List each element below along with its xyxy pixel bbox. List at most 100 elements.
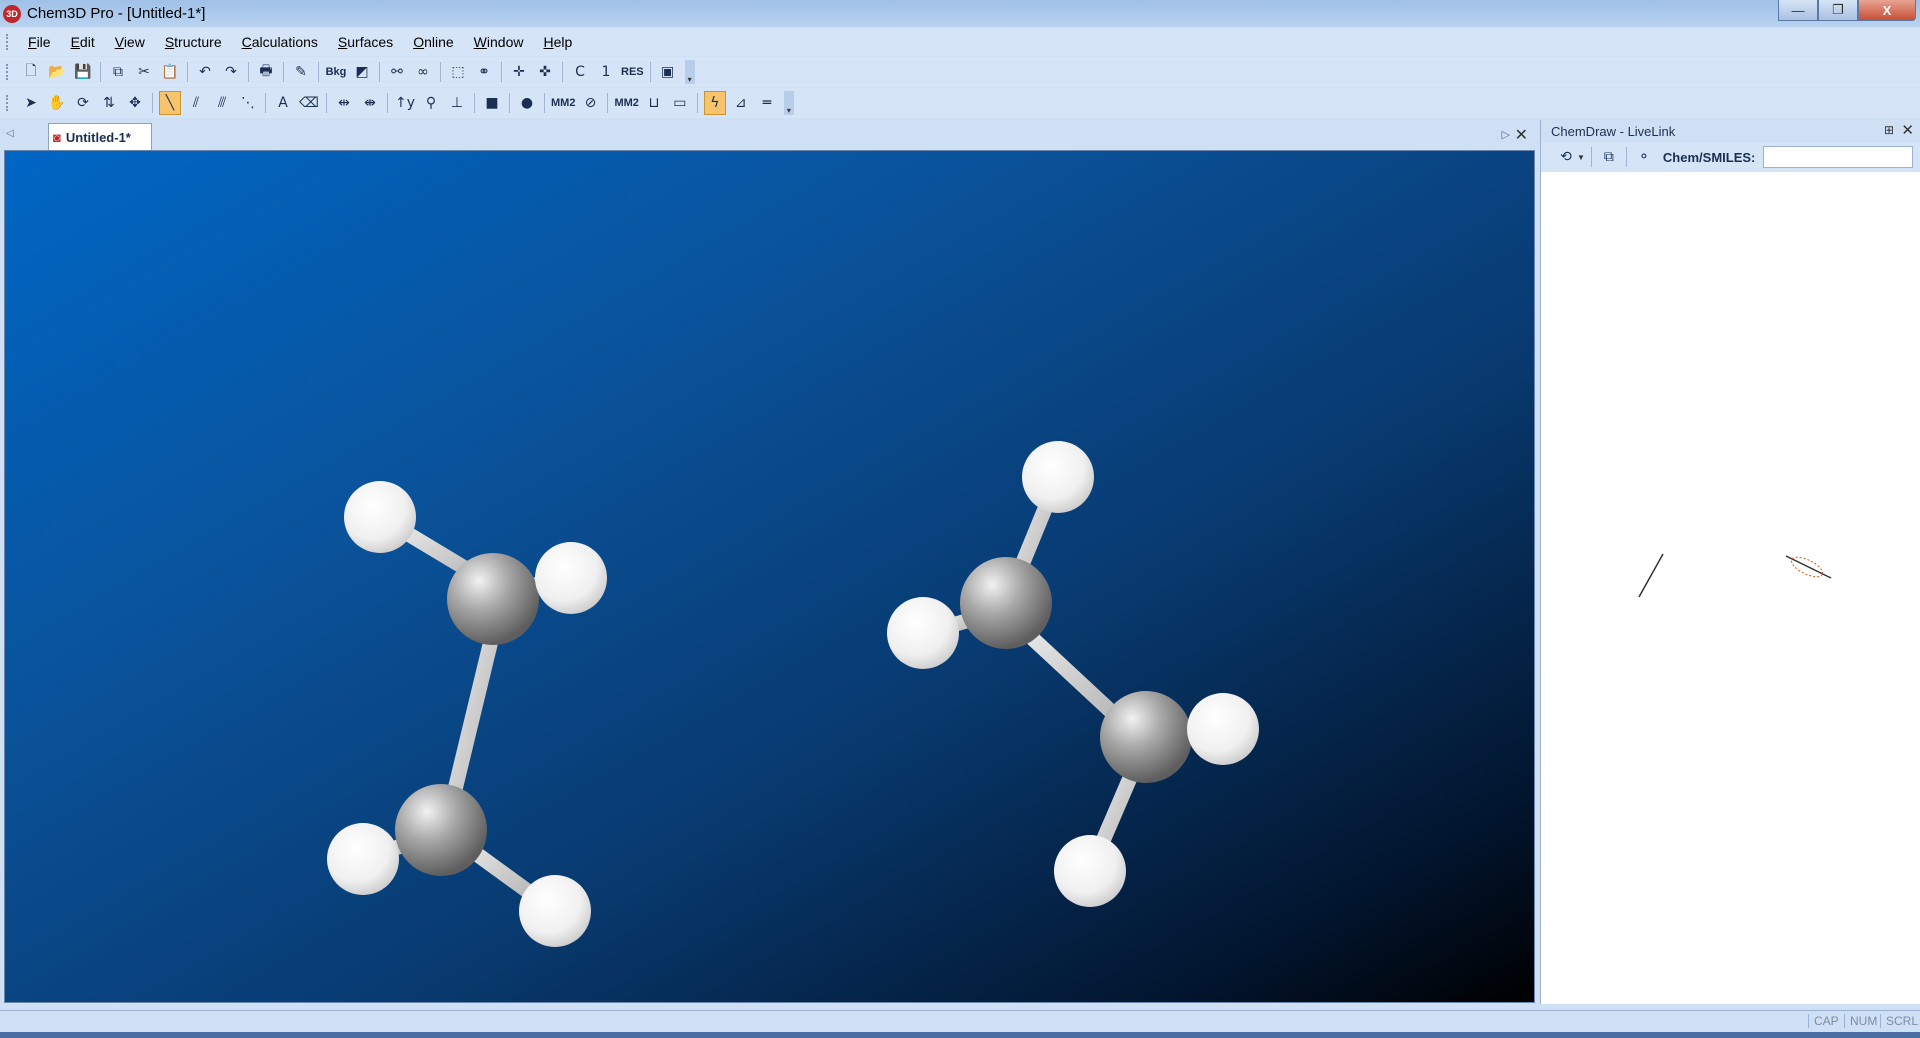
smiles-input[interactable]: [1763, 146, 1914, 168]
tab-untitled-1[interactable]: ◙ Untitled-1*: [48, 123, 152, 150]
caps-lock-indicator: CAP: [1808, 1014, 1839, 1028]
hydrogen-atom[interactable]: [519, 875, 591, 947]
livelink-title: ChemDraw - LiveLink: [1551, 123, 1676, 139]
building-toolbar: ➤ ✋ ⟳ ⇅ ✥ ╲ ⫽ ⫻ ⋱ A ⌫ ⇹ ⇼ ↑y ⚲ ⊥ ■ ● MM2 ⊘ MM2 ⊔ ▭ ϟ ⊿ ═ ▾: [0, 88, 1920, 118]
close-button[interactable]: X: [1858, 0, 1916, 21]
hydrogen-atom[interactable]: [535, 542, 607, 614]
minimize-button[interactable]: —: [1778, 0, 1818, 21]
background-color-icon[interactable]: Bkg: [325, 60, 347, 84]
menu-window[interactable]: Window: [464, 34, 534, 50]
carbon-atom[interactable]: [447, 553, 539, 645]
flip-horizontal-icon[interactable]: ⇹: [333, 91, 355, 115]
panel-close-icon[interactable]: ✕: [1901, 121, 1914, 139]
chemdraw-canvas[interactable]: [1541, 172, 1920, 1002]
text-tool-icon[interactable]: A: [272, 91, 294, 115]
toolbar-options-icon[interactable]: ▾: [783, 91, 794, 115]
paste-structure-icon[interactable]: ⧉: [1598, 145, 1620, 169]
copy-icon[interactable]: ⧉: [107, 60, 129, 84]
rotate-icon[interactable]: ⟳: [72, 91, 94, 115]
measure-tool-icon[interactable]: ⊥: [446, 91, 468, 115]
redo-icon[interactable]: ↷: [220, 60, 242, 84]
pin-icon[interactable]: ⊞: [1884, 123, 1894, 137]
ethylene-molecule-left[interactable]: [327, 481, 607, 947]
cut-icon[interactable]: ✂: [133, 60, 155, 84]
triple-bond-icon[interactable]: ⫻: [211, 91, 233, 115]
window-title: Chem3D Pro - [Untitled-1*]: [27, 5, 206, 22]
menu-structure[interactable]: Structure: [155, 34, 232, 50]
single-bond-icon[interactable]: ╲: [159, 91, 181, 115]
charge-icon[interactable]: ⊿: [730, 91, 752, 115]
paste-icon[interactable]: 📋: [159, 60, 181, 84]
hydrogen-atom[interactable]: [327, 823, 399, 895]
open-folder-icon[interactable]: 📂: [46, 60, 68, 84]
residue-icon[interactable]: RES: [621, 60, 644, 84]
tab-scroll-left-icon[interactable]: ◁: [6, 128, 14, 139]
model-viewport[interactable]: [4, 150, 1535, 1003]
surface-icon[interactable]: ═: [756, 91, 778, 115]
ethylene-molecule-right[interactable]: [887, 441, 1259, 907]
save-icon[interactable]: 💾: [72, 60, 94, 84]
cancel-calc-icon[interactable]: ⊘: [579, 91, 601, 115]
menu-online[interactable]: Online: [403, 34, 463, 50]
link-icon[interactable]: ⚭: [473, 60, 495, 84]
print-icon[interactable]: 🖶: [255, 60, 277, 84]
carbon-atom[interactable]: [960, 557, 1052, 649]
hydrogen-atom[interactable]: [887, 597, 959, 669]
move-y-icon[interactable]: ✜: [534, 60, 556, 84]
toolbar-grip[interactable]: [6, 64, 10, 80]
menu-help[interactable]: Help: [533, 34, 582, 50]
stereo-pair-icon[interactable]: ∞: [412, 60, 434, 84]
menu-edit[interactable]: Edit: [61, 34, 105, 50]
tab-scroll-right-icon[interactable]: ▷: [1502, 128, 1510, 141]
carbon-label-icon[interactable]: C: [569, 60, 591, 84]
green-dot-icon[interactable]: ●: [516, 91, 538, 115]
hand-icon[interactable]: ✋: [46, 91, 68, 115]
angle-icon[interactable]: ▭: [669, 91, 691, 115]
menu-file[interactable]: File: [18, 34, 61, 50]
window-controls: — ❐ X: [1778, 0, 1916, 21]
undo-icon[interactable]: ↶: [194, 60, 216, 84]
eraser-icon[interactable]: ⌫: [298, 91, 320, 115]
restore-button[interactable]: ❐: [1818, 0, 1858, 21]
stereo-view-icon[interactable]: ⚯: [386, 60, 408, 84]
select-arrow-icon[interactable]: ➤: [20, 91, 42, 115]
menu-calculations[interactable]: Calculations: [232, 34, 328, 50]
toolbar-grip[interactable]: [6, 95, 10, 111]
divider: [379, 62, 380, 82]
move-x-icon[interactable]: ✛: [508, 60, 530, 84]
carbon-atom[interactable]: [1100, 691, 1192, 783]
hydrogen-atom[interactable]: [1022, 441, 1094, 513]
carbon-atom[interactable]: [395, 784, 487, 876]
menu-view[interactable]: View: [105, 34, 155, 50]
box-icon[interactable]: ⬚: [447, 60, 469, 84]
flip-vertical-icon[interactable]: ⇼: [359, 91, 381, 115]
menu-surfaces[interactable]: Surfaces: [328, 34, 403, 50]
divider: [649, 62, 651, 82]
color-picker-icon[interactable]: ✎: [290, 60, 312, 84]
mm2-dynamics-icon[interactable]: MM2: [614, 91, 638, 115]
presentation-icon[interactable]: ▣: [657, 60, 679, 84]
hydrogen-atom[interactable]: [1187, 693, 1259, 765]
translate-icon[interactable]: ✥: [124, 91, 146, 115]
tab-close-icon[interactable]: ✕: [1515, 125, 1528, 145]
selected-drawn-bond[interactable]: [1785, 553, 1832, 580]
new-document-icon[interactable]: 🗋: [20, 60, 42, 84]
serial-number-icon[interactable]: 1: [595, 60, 617, 84]
model-display-icon[interactable]: ◩: [351, 60, 373, 84]
distance-icon[interactable]: ⊔: [643, 91, 665, 115]
double-bond-icon[interactable]: ⫽: [185, 91, 207, 115]
hydrogen-atom[interactable]: [1054, 835, 1126, 907]
energy-icon[interactable]: ϟ: [703, 91, 726, 115]
dummy-bond-icon[interactable]: ⋱: [237, 91, 259, 115]
mm2-minimize-icon[interactable]: MM2: [551, 91, 575, 115]
model-canvas[interactable]: [5, 151, 1535, 1003]
drawn-bond[interactable]: [1638, 553, 1664, 598]
rotate-z-icon[interactable]: ⇅: [98, 91, 120, 115]
sync-icon[interactable]: ⟲: [1555, 145, 1577, 169]
rotate-axis-icon[interactable]: ↑y: [394, 91, 416, 115]
hydrogen-atom[interactable]: [344, 481, 416, 553]
stop-icon[interactable]: ■: [481, 91, 503, 115]
atom-tool-icon[interactable]: ⚲: [420, 91, 442, 115]
chevron-down-icon[interactable]: ▼: [1577, 153, 1585, 162]
toolbar-options-icon[interactable]: ▾: [684, 60, 695, 84]
